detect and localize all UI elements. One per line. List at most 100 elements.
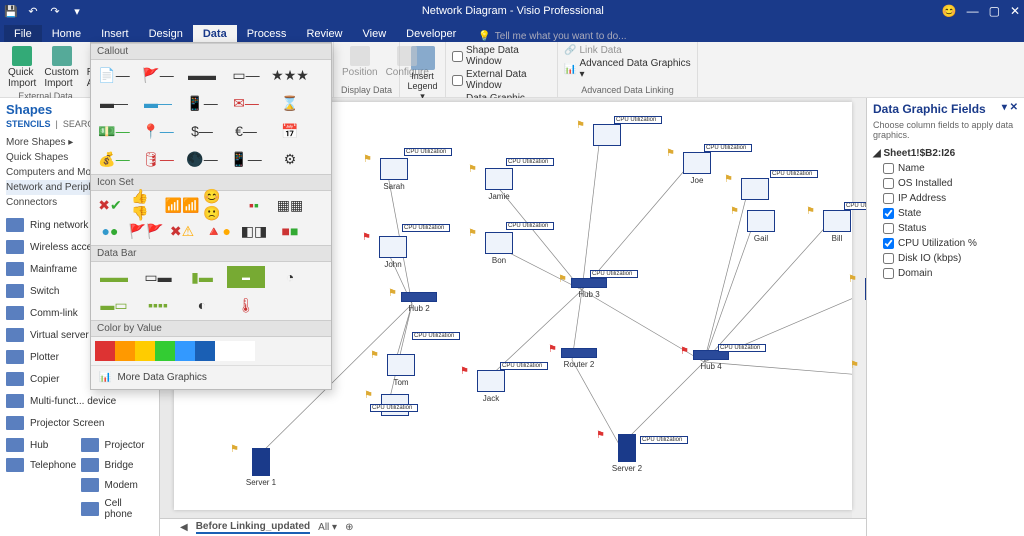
node-jamie[interactable]: ⚑JamieCPU Utilization %: [474, 168, 524, 201]
add-sheet-icon[interactable]: ⊕: [345, 522, 353, 533]
node-bon[interactable]: ⚑BonCPU Utilization %: [474, 232, 524, 265]
node-sarah[interactable]: ⚑SarahCPU Utilization %: [369, 158, 419, 191]
external-data-window-check[interactable]: External Data Window: [452, 68, 551, 92]
iconset-option[interactable]: ▪▪: [239, 195, 269, 215]
iconset-option[interactable]: 🚩🚩: [131, 221, 161, 241]
iconset-option[interactable]: ▦▦: [275, 195, 305, 215]
shape-cellphone[interactable]: Cell phone: [81, 496, 152, 522]
save-icon[interactable]: 💾: [4, 4, 18, 18]
node-hub3[interactable]: ⚑Hub 3CPU Utilization %: [564, 278, 614, 299]
iconset-option[interactable]: 😊🙁: [203, 195, 233, 215]
iconset-option[interactable]: ◧◨: [239, 221, 269, 241]
node-gail[interactable]: ⚑Gail: [736, 210, 786, 243]
callout-option[interactable]: 📍—: [139, 120, 177, 142]
shape-item[interactable]: Projector Screen: [6, 414, 153, 432]
callout-option[interactable]: 🛢—: [139, 148, 177, 170]
iconset-option[interactable]: ✖✔: [95, 195, 125, 215]
shape-hub[interactable]: Hub: [6, 436, 77, 454]
qat-more-icon[interactable]: ▾: [70, 4, 84, 18]
color-swatch[interactable]: [195, 341, 215, 361]
iconset-option[interactable]: ■■: [275, 221, 305, 241]
iconset-option[interactable]: ✖⚠: [167, 221, 197, 241]
databar-option[interactable]: ▭▬: [139, 266, 177, 288]
callout-option[interactable]: 📱—: [183, 92, 221, 114]
more-data-graphics-button[interactable]: 📊 More Data Graphics: [91, 365, 331, 389]
callout-option[interactable]: ★★★: [271, 64, 309, 86]
callout-option[interactable]: ⚙: [271, 148, 309, 170]
field-disk-io-kbps-[interactable]: Disk IO (kbps): [873, 251, 1018, 266]
tab-developer[interactable]: Developer: [396, 25, 466, 42]
shape-bridge[interactable]: Bridge: [81, 456, 152, 474]
shape-item[interactable]: Multi-funct... device: [6, 392, 153, 410]
callout-option[interactable]: 💵—: [95, 120, 133, 142]
field-ip-address[interactable]: IP Address: [873, 191, 1018, 206]
iconset-option[interactable]: 📶📶: [167, 195, 197, 215]
field-cpu-utilization-[interactable]: CPU Utilization %: [873, 236, 1018, 251]
callout-option[interactable]: 📅: [271, 120, 309, 142]
node-dan[interactable]: ⚑Dan: [856, 364, 866, 397]
callout-option[interactable]: 📱—: [227, 148, 265, 170]
tab-process[interactable]: Process: [237, 25, 297, 42]
field-status[interactable]: Status: [873, 221, 1018, 236]
node-n1[interactable]: ⚑CPU Utilization %: [582, 124, 632, 148]
iconset-option[interactable]: ●●: [95, 221, 125, 241]
callout-option[interactable]: 🌑—: [183, 148, 221, 170]
advanced-data-graphics-button[interactable]: 📊 Advanced Data Graphics ▾: [564, 57, 691, 81]
field-domain[interactable]: Domain: [873, 266, 1018, 281]
sheet-tab-active[interactable]: Before Linking_updated: [196, 521, 310, 534]
node-al[interactable]: ⚑Al: [854, 278, 866, 311]
tab-file[interactable]: File: [4, 25, 42, 42]
stencils-tab[interactable]: STENCILS: [6, 119, 51, 129]
callout-option[interactable]: 🚩—: [139, 64, 177, 86]
node-john[interactable]: ⚑JohnCPU Utilization %: [368, 236, 418, 269]
shape-telephone[interactable]: Telephone: [6, 456, 77, 474]
minimize-icon[interactable]: —: [967, 4, 979, 18]
tab-home[interactable]: Home: [42, 25, 91, 42]
databar-option[interactable]: 🌡: [227, 294, 265, 316]
sheet-nav-prev-icon[interactable]: ◀: [180, 522, 188, 533]
callout-option[interactable]: ▬—: [139, 92, 177, 114]
redo-icon[interactable]: ↷: [48, 4, 62, 18]
color-swatch[interactable]: [135, 341, 155, 361]
databar-option[interactable]: ◐: [183, 294, 221, 316]
callout-option[interactable]: $—: [183, 120, 221, 142]
node-bill[interactable]: ⚑BillCPU Utilization %: [812, 210, 862, 243]
node-server1[interactable]: ⚑Server 1: [236, 448, 286, 487]
iconset-option[interactable]: 🔺●: [203, 221, 233, 241]
panel-close-icon[interactable]: ▾ ✕: [1002, 102, 1018, 116]
databar-option[interactable]: ▮▬: [183, 266, 221, 288]
color-swatch[interactable]: [155, 341, 175, 361]
color-swatch[interactable]: [175, 341, 195, 361]
field-os-installed[interactable]: OS Installed: [873, 176, 1018, 191]
databar-option[interactable]: ▬: [227, 266, 265, 288]
shape-projector[interactable]: Projector: [81, 436, 152, 454]
quick-import-button[interactable]: Quick Import: [6, 44, 38, 91]
data-source-header[interactable]: ◢ Sheet1!$B2:I26: [873, 146, 1018, 161]
custom-import-button[interactable]: Custom Import: [42, 44, 80, 91]
tab-view[interactable]: View: [353, 25, 397, 42]
callout-option[interactable]: ▬▬: [183, 64, 221, 86]
tab-data[interactable]: Data: [193, 25, 237, 42]
color-swatch[interactable]: [215, 341, 235, 361]
link-data-button[interactable]: 🔗 Link Data: [564, 44, 691, 57]
callout-option[interactable]: ✉—: [227, 92, 265, 114]
node-n2[interactable]: ⚑CPU Utilization %: [730, 178, 780, 202]
color-swatch[interactable]: [95, 341, 115, 361]
callout-option[interactable]: ⌛: [271, 92, 309, 114]
field-state[interactable]: State: [873, 206, 1018, 221]
callout-option[interactable]: ▭—: [227, 64, 265, 86]
callout-option[interactable]: 💰—: [95, 148, 133, 170]
sheet-tab-all[interactable]: All ▾: [318, 522, 337, 533]
node-hub4[interactable]: ⚑Hub 4CPU Utilization %: [686, 350, 736, 371]
callout-option[interactable]: ▬—: [95, 92, 133, 114]
help-icon[interactable]: 😊: [942, 4, 957, 18]
node-router2[interactable]: ⚑Router 2: [554, 348, 604, 369]
color-swatch[interactable]: [115, 341, 135, 361]
databar-option[interactable]: ▪▪▪▪: [139, 294, 177, 316]
node-tom[interactable]: ⚑TomCPU Utilization %: [376, 354, 426, 387]
node-n3[interactable]: ⚑CPU Utilization %: [370, 394, 420, 418]
node-jack[interactable]: ⚑JackCPU Utilization %: [466, 370, 516, 403]
iconset-option[interactable]: 👍👎: [131, 195, 161, 215]
databar-option[interactable]: ▬▭: [95, 294, 133, 316]
node-hub2[interactable]: ⚑Hub 2: [394, 292, 444, 313]
